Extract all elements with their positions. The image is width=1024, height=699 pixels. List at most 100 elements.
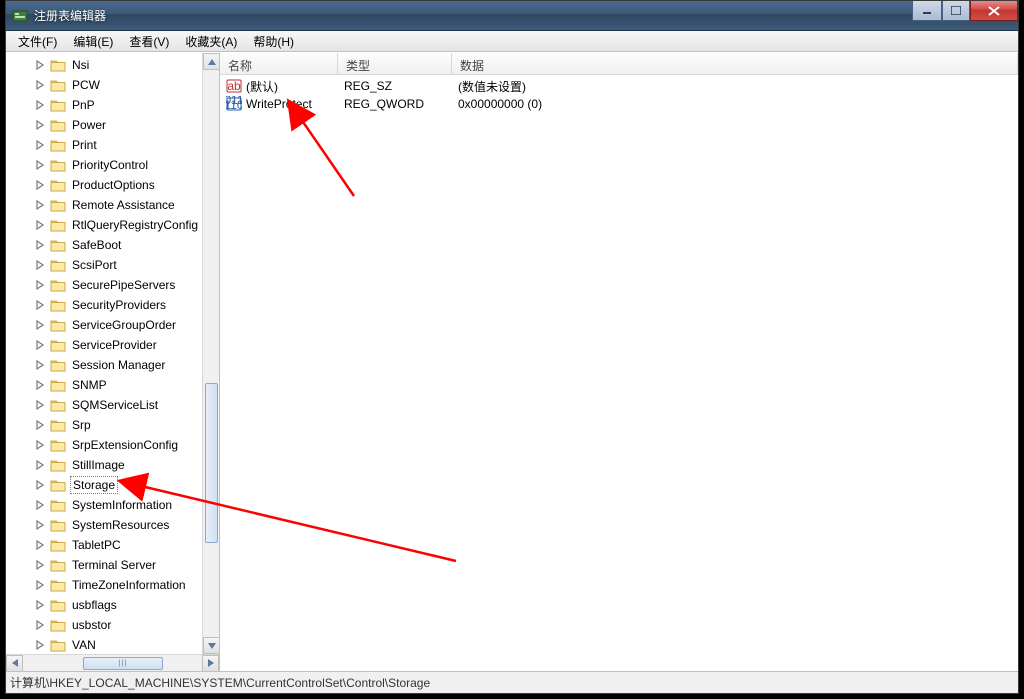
tree-item[interactable]: usbstor: [34, 615, 219, 635]
tree-vertical-scrollbar[interactable]: [202, 53, 219, 654]
folder-icon: [50, 458, 66, 472]
menubar[interactable]: 文件(F) 编辑(E) 查看(V) 收藏夹(A) 帮助(H): [6, 31, 1018, 52]
tree-item[interactable]: SrpExtensionConfig: [34, 435, 219, 455]
tree-label: usbstor: [70, 617, 113, 633]
disclosure-icon[interactable]: [34, 539, 46, 551]
tree-item[interactable]: TabletPC: [34, 535, 219, 555]
tree-item[interactable]: Terminal Server: [34, 555, 219, 575]
scroll-left-button[interactable]: [6, 655, 23, 672]
tree-item[interactable]: usbflags: [34, 595, 219, 615]
disclosure-icon[interactable]: [34, 279, 46, 291]
maximize-button[interactable]: [942, 1, 970, 21]
tree-item[interactable]: Session Manager: [34, 355, 219, 375]
tree-label: SystemInformation: [70, 497, 174, 513]
tree-item[interactable]: SystemResources: [34, 515, 219, 535]
disclosure-icon[interactable]: [34, 619, 46, 631]
folder-icon: [50, 558, 66, 572]
disclosure-icon[interactable]: [34, 59, 46, 71]
menu-view[interactable]: 查看(V): [121, 31, 177, 52]
menu-help[interactable]: 帮助(H): [245, 31, 302, 52]
disclosure-icon[interactable]: [34, 339, 46, 351]
disclosure-icon[interactable]: [34, 159, 46, 171]
tree-item[interactable]: PriorityControl: [34, 155, 219, 175]
folder-icon: [50, 578, 66, 592]
scroll-thumb[interactable]: [205, 383, 218, 543]
disclosure-icon[interactable]: [34, 359, 46, 371]
tree-label: usbflags: [70, 597, 119, 613]
minimize-button[interactable]: [912, 1, 942, 21]
tree-item[interactable]: ScsiPort: [34, 255, 219, 275]
column-data[interactable]: 数据: [452, 53, 1018, 74]
tree-item[interactable]: SecurePipeServers: [34, 275, 219, 295]
value-row[interactable]: 011110WriteProtectREG_QWORD0x00000000 (0…: [220, 95, 1018, 113]
value-row[interactable]: ab(默认)REG_SZ(数值未设置): [220, 77, 1018, 95]
tree-item[interactable]: Srp: [34, 415, 219, 435]
disclosure-icon[interactable]: [34, 419, 46, 431]
disclosure-icon[interactable]: [34, 239, 46, 251]
tree-item[interactable]: SecurityProviders: [34, 295, 219, 315]
disclosure-icon[interactable]: [34, 119, 46, 131]
value-type-icon: ab: [226, 78, 242, 94]
tree-item[interactable]: PCW: [34, 75, 219, 95]
scroll-up-button[interactable]: [203, 53, 220, 70]
scroll-right-button[interactable]: [202, 655, 219, 672]
disclosure-icon[interactable]: [34, 179, 46, 191]
tree-item[interactable]: VAN: [34, 635, 219, 655]
list-header[interactable]: 名称 类型 数据: [220, 53, 1018, 75]
disclosure-icon[interactable]: [34, 599, 46, 611]
disclosure-icon[interactable]: [34, 199, 46, 211]
tree-item[interactable]: SQMServiceList: [34, 395, 219, 415]
tree-item[interactable]: Power: [34, 115, 219, 135]
value-list-pane[interactable]: 名称 类型 数据 ab(默认)REG_SZ(数值未设置)011110WriteP…: [220, 53, 1018, 671]
tree-item[interactable]: SNMP: [34, 375, 219, 395]
disclosure-icon[interactable]: [34, 459, 46, 471]
tree-item[interactable]: RtlQueryRegistryConfig: [34, 215, 219, 235]
svg-text:110: 110: [226, 98, 242, 112]
disclosure-icon[interactable]: [34, 219, 46, 231]
disclosure-icon[interactable]: [34, 399, 46, 411]
disclosure-icon[interactable]: [34, 559, 46, 571]
disclosure-icon[interactable]: [34, 259, 46, 271]
disclosure-icon[interactable]: [34, 99, 46, 111]
tree-item[interactable]: ProductOptions: [34, 175, 219, 195]
folder-icon: [50, 378, 66, 392]
disclosure-icon[interactable]: [34, 79, 46, 91]
tree-item[interactable]: SystemInformation: [34, 495, 219, 515]
close-button[interactable]: [970, 1, 1018, 21]
tree-item[interactable]: ServiceGroupOrder: [34, 315, 219, 335]
tree-item[interactable]: Print: [34, 135, 219, 155]
disclosure-icon[interactable]: [34, 299, 46, 311]
folder-icon: [50, 158, 66, 172]
disclosure-icon[interactable]: [34, 319, 46, 331]
disclosure-icon[interactable]: [34, 479, 46, 491]
tree-item[interactable]: ServiceProvider: [34, 335, 219, 355]
menu-edit[interactable]: 编辑(E): [65, 31, 121, 52]
column-type[interactable]: 类型: [338, 53, 452, 74]
tree-horizontal-scrollbar[interactable]: [6, 654, 219, 671]
disclosure-icon[interactable]: [34, 139, 46, 151]
tree-item[interactable]: PnP: [34, 95, 219, 115]
scroll-down-button[interactable]: [203, 637, 220, 654]
disclosure-icon[interactable]: [34, 639, 46, 651]
tree-item[interactable]: SafeBoot: [34, 235, 219, 255]
tree-item[interactable]: Remote Assistance: [34, 195, 219, 215]
disclosure-icon[interactable]: [34, 379, 46, 391]
tree-label: TimeZoneInformation: [70, 577, 188, 593]
tree-label: Terminal Server: [70, 557, 158, 573]
disclosure-icon[interactable]: [34, 499, 46, 511]
tree-item[interactable]: Nsi: [34, 55, 219, 75]
tree-item[interactable]: Storage: [34, 475, 219, 495]
menu-file[interactable]: 文件(F): [10, 31, 65, 52]
menu-fav[interactable]: 收藏夹(A): [177, 31, 245, 52]
column-name[interactable]: 名称: [220, 53, 338, 74]
tree-item[interactable]: StillImage: [34, 455, 219, 475]
key-tree-pane[interactable]: NsiPCWPnP Power PrintPriorityControlProduc…: [6, 53, 220, 671]
tree-label: Power: [70, 117, 108, 133]
disclosure-icon[interactable]: [34, 439, 46, 451]
disclosure-icon[interactable]: [34, 519, 46, 531]
folder-icon: [50, 338, 66, 352]
scroll-thumb-horizontal[interactable]: [83, 657, 163, 670]
disclosure-icon[interactable]: [34, 579, 46, 591]
titlebar[interactable]: 注册表编辑器: [6, 1, 1018, 31]
tree-item[interactable]: TimeZoneInformation: [34, 575, 219, 595]
